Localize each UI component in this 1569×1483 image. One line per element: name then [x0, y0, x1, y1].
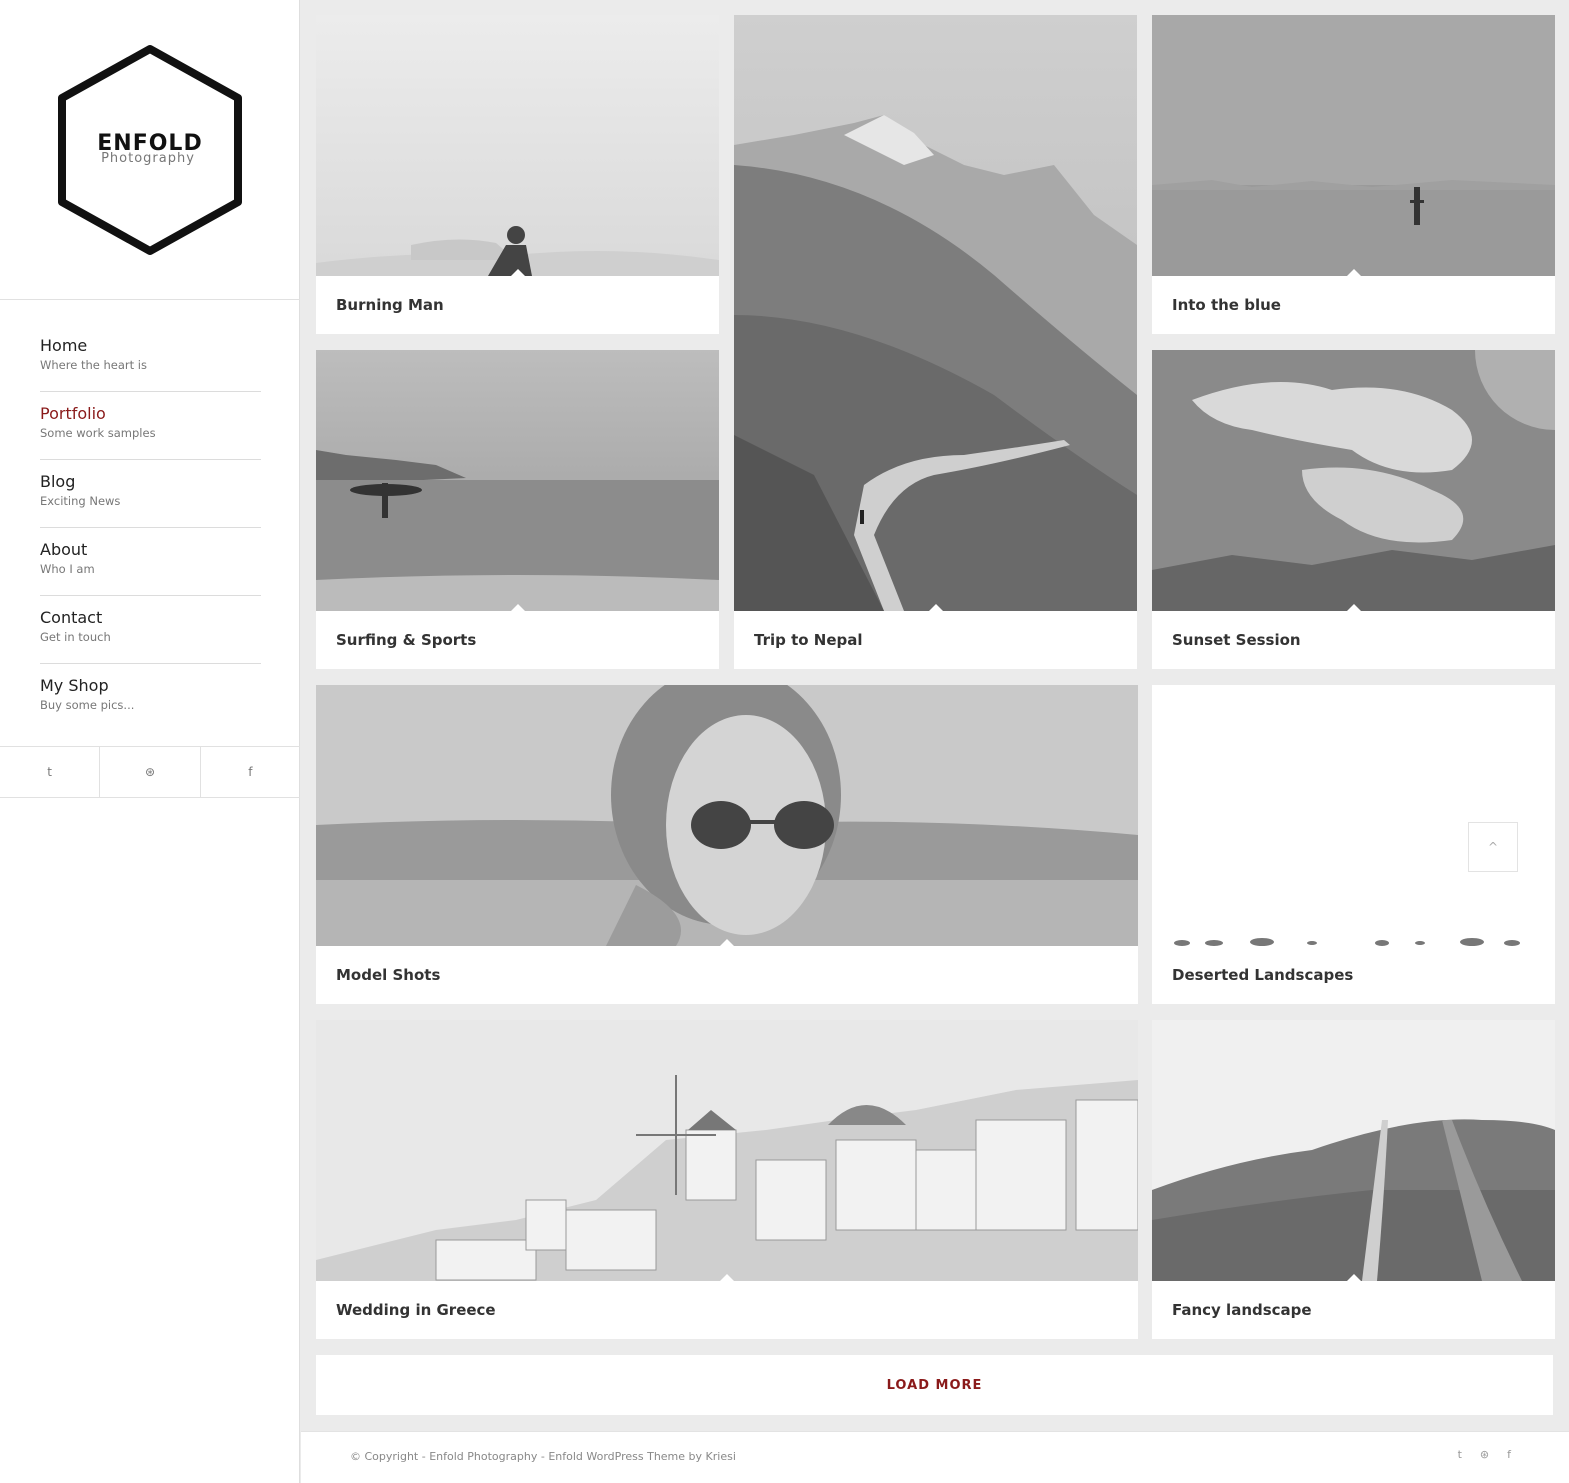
- nav-item-my-shop[interactable]: My Shop Buy some pics...: [40, 664, 261, 732]
- portfolio-item-into-the-blue[interactable]: Into the blue: [1152, 15, 1555, 334]
- logo[interactable]: ENFOLD Photography: [0, 0, 300, 300]
- sidebar: ENFOLD Photography Home Where the heart …: [0, 0, 300, 1483]
- portfolio-item-sunset-session[interactable]: Sunset Session: [1152, 350, 1555, 669]
- portfolio-title: Wedding in Greece: [316, 1281, 1138, 1339]
- nav-sublabel: Get in touch: [40, 630, 111, 644]
- portfolio-image: [316, 15, 719, 276]
- nav-label: Portfolio: [40, 404, 106, 423]
- footer: © Copyright - Enfold Photography - Enfol…: [301, 1431, 1569, 1483]
- nav-sublabel: Some work samples: [40, 426, 156, 440]
- scroll-to-top-button[interactable]: ^: [1468, 822, 1518, 872]
- nav-item-home[interactable]: Home Where the heart is: [40, 324, 261, 392]
- load-more-button[interactable]: LOAD MORE: [316, 1355, 1553, 1415]
- nav-sublabel: Buy some pics...: [40, 698, 135, 712]
- portfolio-image: [1152, 15, 1555, 276]
- nav-sublabel: Who I am: [40, 562, 95, 576]
- chevron-up-icon: ^: [1487, 840, 1499, 854]
- main-nav: Home Where the heart is Portfolio Some w…: [40, 324, 261, 732]
- social-links: t ⊛ f: [0, 746, 300, 798]
- portfolio-item-model-shots[interactable]: Model Shots: [316, 685, 1138, 1004]
- nav-label: About: [40, 540, 88, 559]
- portfolio-item-fancy-landscape[interactable]: Fancy landscape: [1152, 1020, 1555, 1339]
- portfolio-item-burning-man[interactable]: Burning Man: [316, 15, 719, 334]
- portfolio-title: Model Shots: [316, 946, 1138, 1004]
- twitter-icon[interactable]: t: [1458, 1448, 1462, 1461]
- portfolio-item-wedding-in-greece[interactable]: Wedding in Greece: [316, 1020, 1138, 1339]
- twitter-icon[interactable]: t: [0, 747, 101, 797]
- portfolio-image: [734, 15, 1137, 611]
- dribbble-icon[interactable]: ⊛: [1480, 1448, 1489, 1461]
- footer-social-links: t ⊛ f: [1458, 1448, 1511, 1461]
- facebook-icon[interactable]: f: [1507, 1448, 1511, 1461]
- nav-sublabel: Where the heart is: [40, 358, 147, 372]
- portfolio-image: [316, 1020, 1138, 1281]
- portfolio-title: Into the blue: [1152, 276, 1555, 334]
- portfolio-title: Deserted Landscapes: [1152, 946, 1555, 1004]
- portfolio-image: [316, 350, 719, 611]
- logo-subtitle: Photography: [101, 151, 195, 166]
- portfolio-title: Surfing & Sports: [316, 611, 719, 669]
- portfolio-item-trip-to-nepal[interactable]: Trip to Nepal: [734, 15, 1137, 669]
- nav-sublabel: Exciting News: [40, 494, 121, 508]
- portfolio-image: [316, 685, 1138, 946]
- nav-item-contact[interactable]: Contact Get in touch: [40, 596, 261, 664]
- facebook-icon[interactable]: f: [201, 747, 300, 797]
- nav-label: Blog: [40, 472, 76, 491]
- portfolio-image: [1152, 685, 1555, 946]
- copyright-text: © Copyright - Enfold Photography - Enfol…: [350, 1450, 736, 1463]
- nav-item-about[interactable]: About Who I am: [40, 528, 261, 596]
- nav-label: Home: [40, 336, 88, 355]
- portfolio-image: [1152, 1020, 1555, 1281]
- nav-item-blog[interactable]: Blog Exciting News: [40, 460, 261, 528]
- dribbble-icon[interactable]: ⊛: [100, 747, 201, 797]
- portfolio-title: Burning Man: [316, 276, 719, 334]
- portfolio-title: Sunset Session: [1152, 611, 1555, 669]
- nav-label: Contact: [40, 608, 103, 627]
- portfolio-title: Trip to Nepal: [734, 611, 1137, 669]
- portfolio-title: Fancy landscape: [1152, 1281, 1555, 1339]
- nav-item-portfolio[interactable]: Portfolio Some work samples: [40, 392, 261, 460]
- portfolio-item-surfing-sports[interactable]: Surfing & Sports: [316, 350, 719, 669]
- nav-label: My Shop: [40, 676, 109, 695]
- portfolio-image: [1152, 350, 1555, 611]
